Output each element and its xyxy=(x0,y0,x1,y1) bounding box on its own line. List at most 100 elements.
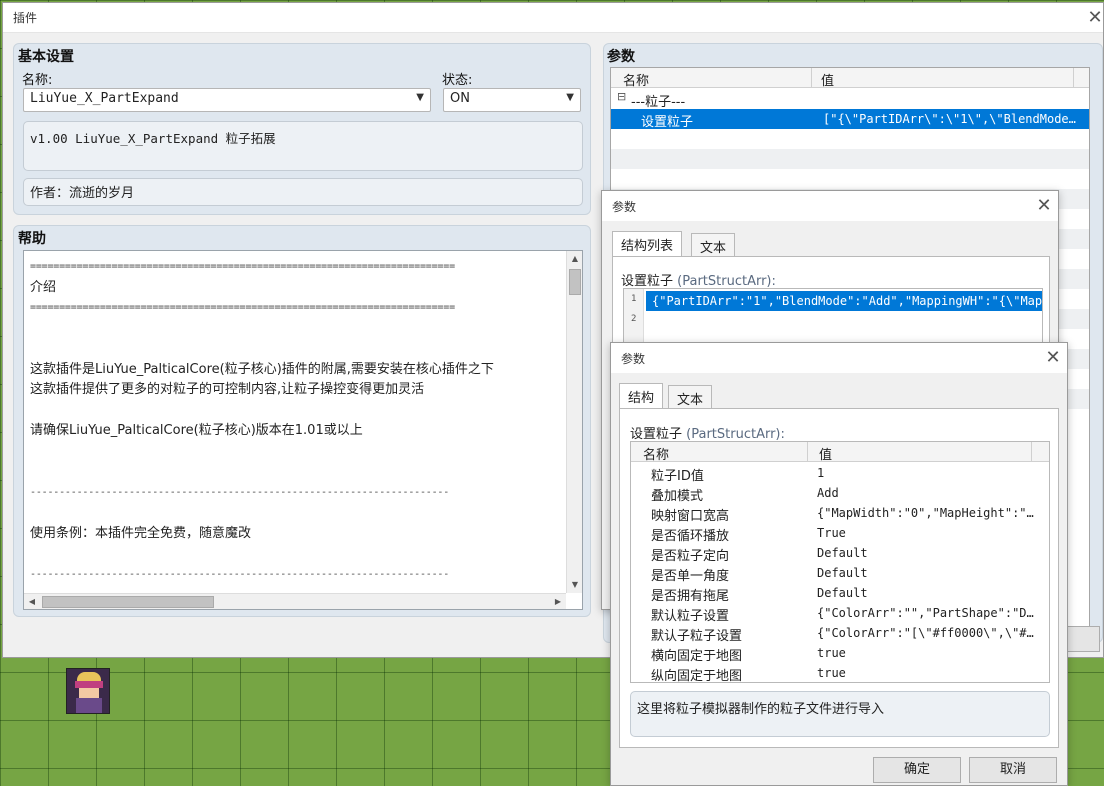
row-name: 默认子粒子设置 xyxy=(651,629,743,644)
help-line: 介绍 xyxy=(30,279,57,295)
struct-table: 名称 值 粒子ID值 1 叠加模式 Add 映射窗口宽高 {"MapWidth":"0",… xyxy=(630,441,1050,683)
row-value: true xyxy=(817,646,846,660)
row-name: 是否粒子定向 xyxy=(651,549,730,564)
help-line: ----------------------------------------… xyxy=(30,486,450,498)
struct-table-header: 名称 值 xyxy=(631,442,1049,463)
help-line: 请确保LiuYue_PalticalCore(粒子核心)版本在1.01或以上 xyxy=(30,423,363,438)
row-name: 纵向固定于地图 xyxy=(651,669,743,683)
help-line: 使用条例：本插件完全免费，随意魔改 xyxy=(30,525,252,541)
scroll-thumb[interactable] xyxy=(42,596,214,608)
name-label: 名称: xyxy=(22,73,53,88)
collapse-icon[interactable]: ⊟ xyxy=(617,90,626,103)
table-row[interactable]: 是否拥有拖尾 Default xyxy=(631,583,1049,604)
help-text-area[interactable]: ========================================… xyxy=(23,250,583,610)
table-row[interactable]: 粒子ID值 1 xyxy=(631,463,1049,484)
status-value: ON xyxy=(450,91,470,106)
col-value-header: 值 xyxy=(819,448,833,463)
help-line: ----------------------------------------… xyxy=(30,568,450,580)
help-title: 帮助 xyxy=(18,231,46,247)
column-divider xyxy=(1073,68,1074,88)
row-value: Default xyxy=(817,566,868,580)
struct-rows: 粒子ID值 1 叠加模式 Add 映射窗口宽高 {"MapWidth":"0","MapH… xyxy=(631,463,1049,683)
row-value: {"MapWidth":"0","MapHeight":"… xyxy=(817,506,1034,520)
row-name: 粒子ID值 xyxy=(651,469,704,484)
row-name: 横向固定于地图 xyxy=(651,649,743,664)
chevron-down-icon: ▼ xyxy=(416,92,424,103)
column-divider xyxy=(807,442,808,462)
plugin-author: 作者：流逝的岁月 xyxy=(23,178,583,206)
help-line: ========================================… xyxy=(30,302,455,313)
close-icon[interactable]: ✕ xyxy=(1085,8,1104,28)
scroll-thumb[interactable] xyxy=(569,269,581,295)
scroll-left-icon[interactable]: ◀ xyxy=(24,594,40,610)
param-dialog-struct: 参数 ✕ 结构 文本 设置粒子 (PartStructArr): 名称 值 粒子… xyxy=(610,342,1068,786)
scroll-right-icon[interactable]: ▶ xyxy=(550,594,566,610)
field-type: (PartStructArr): xyxy=(677,274,776,289)
tab-struct[interactable]: 结构 xyxy=(619,383,664,409)
param-value: ["{\"PartIDArr\":\"1\",\"BlendMode… xyxy=(823,112,1076,126)
help-line: 这款插件提供了更多的对粒子的可控制内容,让粒子操控变得更加灵活 xyxy=(30,382,425,397)
cancel-button[interactable]: 取消 xyxy=(969,757,1057,783)
table-row[interactable]: 横向固定于地图 true xyxy=(631,643,1049,664)
row-value: true xyxy=(817,666,846,680)
plugin-name-select[interactable]: LiuYue_X_PartExpand ▼ xyxy=(23,88,431,112)
help-line xyxy=(30,401,564,422)
field-label: 设置粒子 xyxy=(630,427,683,442)
dialog-titlebar: 参数 xyxy=(602,191,1058,221)
field-type: (PartStructArr): xyxy=(686,427,785,442)
scroll-up-icon[interactable]: ▲ xyxy=(567,251,583,267)
dialog-title: 参数 xyxy=(621,351,646,366)
param-description-text: 这里将粒子模拟器制作的粒子文件进行导入 xyxy=(637,702,885,717)
col-value-header: 值 xyxy=(821,74,835,89)
table-row[interactable]: 是否循环播放 True xyxy=(631,523,1049,544)
close-icon[interactable]: ✕ xyxy=(1043,348,1063,368)
params-title: 参数 xyxy=(607,49,635,65)
field-label-row: 设置粒子 (PartStructArr): xyxy=(621,270,776,289)
row-value: Add xyxy=(817,486,839,500)
status-select[interactable]: ON ▼ xyxy=(443,88,581,112)
col-name-header: 名称 xyxy=(623,74,650,89)
table-row[interactable]: 是否单一角度 Default xyxy=(631,563,1049,584)
row-value: Default xyxy=(817,586,868,600)
group-label: ---粒子--- xyxy=(631,95,686,110)
scroll-down-icon[interactable]: ▼ xyxy=(567,577,583,593)
list-item[interactable]: 2 xyxy=(624,311,1042,331)
help-line: ========================================… xyxy=(30,261,455,272)
help-vertical-scrollbar[interactable]: ▲ ▼ xyxy=(566,251,582,593)
params-table-header: 名称 值 xyxy=(611,68,1089,89)
list-item-text: {"PartIDArr":"1","BlendMode":"Add","Mapp… xyxy=(646,291,1042,311)
table-row[interactable]: 纵向固定于地图 true xyxy=(631,663,1049,683)
tab-text[interactable]: 文本 xyxy=(691,233,736,257)
list-item[interactable]: 1 {"PartIDArr":"1","BlendMode":"Add","Ma… xyxy=(624,291,1042,311)
row-name: 默认粒子设置 xyxy=(651,609,730,624)
basic-settings-title: 基本设置 xyxy=(18,49,74,65)
table-row[interactable]: 是否粒子定向 Default xyxy=(631,543,1049,564)
ok-button[interactable]: 确定 xyxy=(873,757,961,783)
row-name: 叠加模式 xyxy=(651,489,704,504)
row-value: {"ColorArr":"[\"#ff0000\",\"#… xyxy=(817,626,1034,640)
params-row-selected[interactable]: 设置粒子 ["{\"PartIDArr\":\"1\",\"BlendMode… xyxy=(611,109,1089,130)
col-name-header: 名称 xyxy=(643,448,670,463)
dialog-title: 参数 xyxy=(612,199,637,214)
row-value: {"ColorArr":"","PartShape":"D… xyxy=(817,606,1034,620)
row-name: 映射窗口宽高 xyxy=(651,509,730,524)
tab-text[interactable]: 文本 xyxy=(668,385,713,409)
table-row[interactable]: 叠加模式 Add xyxy=(631,483,1049,504)
row-value: True xyxy=(817,526,846,540)
params-group-row[interactable]: ⊟ ---粒子--- xyxy=(611,89,1089,110)
close-icon[interactable]: ✕ xyxy=(1034,196,1054,216)
help-line xyxy=(30,544,564,565)
param-description: 这里将粒子模拟器制作的粒子文件进行导入 xyxy=(630,691,1050,737)
dialog-tab-panel: 设置粒子 (PartStructArr): 名称 值 粒子ID值 1 叠加模式 Add… xyxy=(619,408,1059,748)
table-row[interactable]: 映射窗口宽高 {"MapWidth":"0","MapHeight":"… xyxy=(631,503,1049,524)
table-row[interactable]: 默认粒子设置 {"ColorArr":"","PartShape":"D… xyxy=(631,603,1049,624)
help-line xyxy=(30,503,564,524)
list-item-number: 1 xyxy=(631,294,637,304)
tab-struct-list[interactable]: 结构列表 xyxy=(612,231,683,257)
list-item-number: 2 xyxy=(631,314,637,324)
help-line xyxy=(30,442,564,463)
help-horizontal-scrollbar[interactable]: ◀ ▶ xyxy=(24,593,566,609)
plugin-description-text: v1.00 LiuYue_X_PartExpand 粒子拓展 xyxy=(30,131,276,146)
column-divider xyxy=(1031,442,1032,462)
table-row[interactable]: 默认子粒子设置 {"ColorArr":"[\"#ff0000\",\"#… xyxy=(631,623,1049,644)
